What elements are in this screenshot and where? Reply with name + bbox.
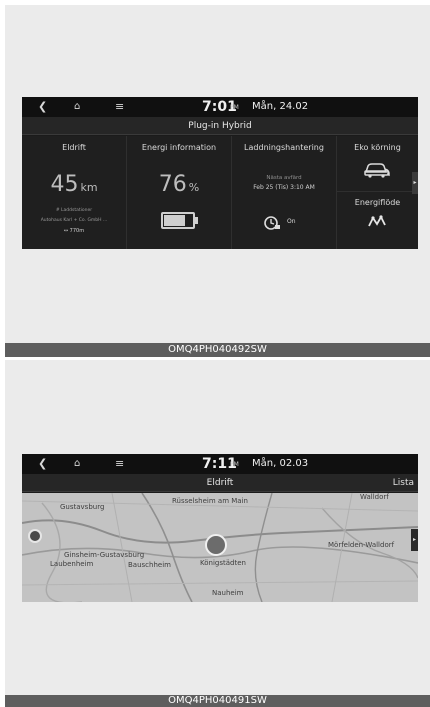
clock-ampm: PM [230,104,239,111]
infotainment-screen: ❮ ⌂ ≡ 7:11 PM Mån, 02.03 Eldrift Lista G… [22,454,418,602]
map-side-handle[interactable]: ▸ [411,529,418,551]
screenshot-panel-eldrift-map: ❮ ⌂ ≡ 7:11 PM Mån, 02.03 Eldrift Lista G… [5,360,430,707]
tile-energi-label: Energi information [141,143,217,152]
current-location-pin[interactable] [28,529,42,543]
stations-label: # Laddstationer [55,208,93,213]
infotainment-screen: ❮ ⌂ ≡ 7:01 PM Mån, 24.02 Plug-in Hybrid … [22,97,418,249]
list-button[interactable]: Lista [393,474,414,492]
tile-eko: Eko körning Energiflöde ▸ [337,136,418,249]
map-label-bauschheim: Bauschheim [128,561,171,569]
battery-cap [195,217,198,224]
next-departure-time: Feb 25 (Tis) 3:10 AM [253,184,315,191]
status-date: Mån, 02.03 [252,458,309,469]
title-bar: Plug-in Hybrid [22,117,418,135]
energy-flow-icon [368,215,386,227]
tile-laddningshantering[interactable]: Laddningshantering Nästa avfärd Feb 25 (… [232,136,337,249]
figure-caption: OMQ4PH040492SW [5,343,430,357]
map-label-ginsheim: Ginsheim-Gustavsburg [64,551,145,559]
station-distance: ↔ 770m [63,228,85,234]
tile-eko-label: Eko körning [354,143,401,152]
map-label-walldorf: Walldorf [360,493,389,501]
map-label-gustavsburg: Gustavsburg [60,503,105,511]
home-icon[interactable]: ⌂ [74,99,80,115]
menu-icon[interactable]: ≡ [115,99,124,115]
battery-percentage: 76% [127,172,231,197]
ev-range-value: 45 [50,172,79,197]
home-icon[interactable]: ⌂ [74,456,80,472]
battery-percentage-value: 76 [158,172,187,197]
figure-caption: OMQ4PH040491SW [5,695,430,707]
charge-timer-icon [264,216,280,230]
battery-icon [161,212,195,229]
hybrid-tiles: Eldrift 45 km # Laddstationer Autohaus Ka… [22,136,418,249]
charging-state: On [287,218,296,225]
back-chevron-icon[interactable]: ❮ [38,456,47,472]
next-page-arrow[interactable]: ▸ [412,172,418,194]
charging-station-map[interactable]: Gustavsburg Rüsselsheim am Main Walldorf… [22,493,418,602]
map-label-russelsheim: Rüsselsheim am Main [172,497,248,505]
tile-energi-information[interactable]: Energi information 76% [127,136,232,249]
status-bar: ❮ ⌂ ≡ 7:11 PM Mån, 02.03 [22,454,418,474]
ev-range-unit: km [80,181,98,194]
ev-range: 45 km [22,172,126,197]
tile-laddning-label: Laddningshantering [244,143,324,152]
station-name: Autohaus Karl + Co. GmbH ... [40,218,108,223]
clock-ampm: PM [230,461,239,468]
status-bar: ❮ ⌂ ≡ 7:01 PM Mån, 24.02 [22,97,418,117]
tile-eldrift[interactable]: Eldrift 45 km # Laddstationer Autohaus Ka… [22,136,127,249]
battery-percentage-unit: % [188,181,200,194]
screenshot-panel-plug-in-hybrid: ❮ ⌂ ≡ 7:01 PM Mån, 24.02 Plug-in Hybrid … [5,5,430,357]
page-title: Eldrift [206,478,234,488]
page-title: Plug-in Hybrid [188,121,252,131]
map-label-laubenheim: Laubenheim [50,560,94,568]
tile-eldrift-label: Eldrift [62,143,86,152]
tile-energiflode-label[interactable]: Energiflöde [337,198,418,207]
tile-eko-korning[interactable]: Eko körning [337,136,418,192]
menu-icon[interactable]: ≡ [115,456,124,472]
map-label-morfelden: Mörfelden-Walldorf [328,541,395,549]
map-label-konigstadten: Königstädten [200,559,246,567]
status-date: Mån, 24.02 [252,101,309,112]
map-label-nauheim: Nauheim [212,589,244,597]
eco-car-icon [364,163,390,178]
next-departure-label: Nästa avfärd [266,175,302,181]
title-bar: Eldrift Lista [22,474,418,492]
charging-station-marker[interactable] [205,534,227,556]
battery-fill [164,215,185,226]
back-chevron-icon[interactable]: ❮ [38,99,47,115]
